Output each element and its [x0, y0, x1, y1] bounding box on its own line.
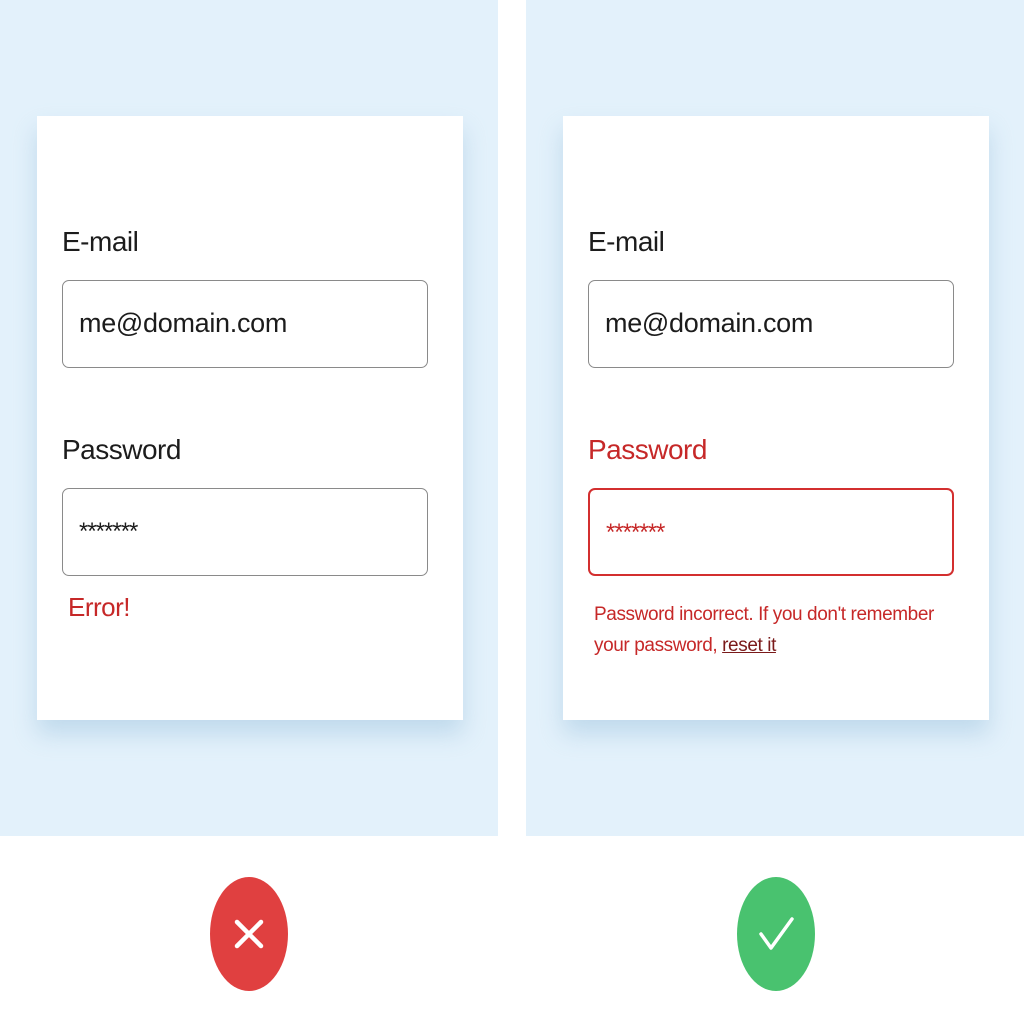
password-field[interactable]: *******: [588, 488, 954, 576]
password-value: *******: [79, 518, 138, 545]
x-icon: [210, 877, 288, 991]
good-example-panel: E-mail me@domain.com Password ******* Pa…: [526, 0, 1024, 836]
reset-password-link[interactable]: reset it: [722, 635, 776, 656]
email-field[interactable]: me@domain.com: [62, 280, 428, 368]
password-value: *******: [606, 519, 665, 546]
bad-example-panel: E-mail me@domain.com Password ******* Er…: [0, 0, 498, 836]
error-message: Password incorrect. If you don't remembe…: [594, 599, 964, 661]
email-label: E-mail: [588, 226, 665, 257]
comparison-page: E-mail me@domain.com Password ******* Er…: [0, 0, 1024, 1024]
password-field[interactable]: *******: [62, 488, 428, 576]
password-label: Password: [62, 434, 181, 465]
good-example-form-card: E-mail me@domain.com Password ******* Pa…: [563, 116, 989, 720]
check-icon-glyph: [759, 917, 794, 950]
password-label: Password: [588, 434, 707, 465]
email-value: me@domain.com: [79, 308, 288, 338]
email-label: E-mail: [62, 226, 139, 257]
bad-example-form-card: E-mail me@domain.com Password ******* Er…: [37, 116, 463, 720]
email-value: me@domain.com: [605, 308, 814, 338]
email-field[interactable]: me@domain.com: [588, 280, 954, 368]
check-icon: [737, 877, 815, 991]
error-message: Error!: [68, 592, 131, 622]
x-icon-glyph: [234, 919, 264, 949]
